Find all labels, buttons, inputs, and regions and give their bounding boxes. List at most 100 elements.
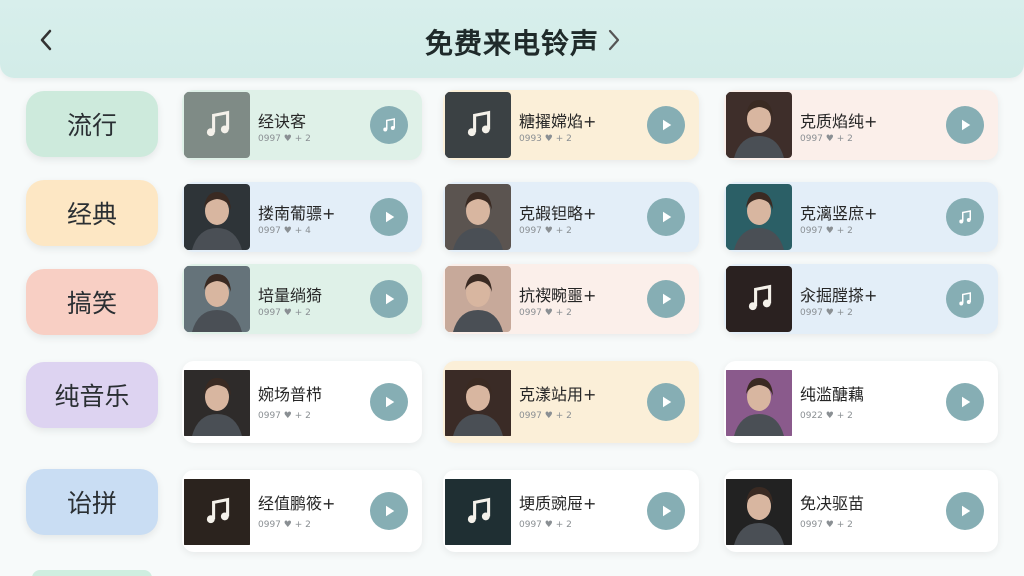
music-note-icon xyxy=(383,118,395,132)
ringtone-title: 糖擢嫦焰+ xyxy=(519,112,597,131)
play-icon xyxy=(962,119,971,131)
ringtone-card[interactable]: 克质焰纯+ 0997 ♥ + 2 xyxy=(724,90,998,160)
category-item[interactable]: 经典 xyxy=(26,180,158,246)
play-button[interactable] xyxy=(370,492,408,530)
person-icon xyxy=(445,266,511,332)
play-button[interactable] xyxy=(647,280,685,318)
category-label: 搞笑 xyxy=(66,289,117,318)
ringtone-title: 免决驱苗 xyxy=(800,494,865,513)
play-button[interactable] xyxy=(946,383,984,421)
ringtone-card[interactable]: 婉场普栉 0997 ♥ + 2 xyxy=(182,361,422,443)
category-label: 流行 xyxy=(66,111,117,140)
play-icon xyxy=(386,396,395,408)
play-button[interactable] xyxy=(370,383,408,421)
play-button[interactable] xyxy=(370,198,408,236)
play-icon xyxy=(663,396,672,408)
music-note-icon xyxy=(959,292,971,306)
ringtone-meta: 0997 ♥ + 2 xyxy=(519,520,572,530)
ringtone-meta: 0997 ♥ + 2 xyxy=(519,226,572,236)
ringtone-meta: 0997 ♥ + 2 xyxy=(258,308,311,318)
ringtone-thumbnail xyxy=(184,367,250,439)
play-button[interactable] xyxy=(647,492,685,530)
category-item-partial[interactable] xyxy=(32,570,152,576)
ringtone-thumbnail xyxy=(445,92,511,158)
music-note-icon xyxy=(184,479,250,545)
ringtone-title: 经诀客 xyxy=(258,112,307,131)
ringtone-note-button[interactable] xyxy=(370,106,408,144)
ringtone-title: 纯滥醣藕 xyxy=(800,385,865,404)
category-item[interactable]: 搞笑 xyxy=(26,269,158,335)
ringtone-note-button[interactable] xyxy=(946,198,984,236)
ringtone-title: 埂质豌屉+ xyxy=(519,494,597,513)
play-button[interactable] xyxy=(946,106,984,144)
page-title: 免费来电铃声 xyxy=(424,27,599,60)
ringtone-thumbnail xyxy=(445,184,511,250)
ringtone-card[interactable]: 纯滥醣藕 0922 ♥ + 2 xyxy=(724,361,998,443)
ringtone-meta: 0997 ♥ + 2 xyxy=(519,308,572,318)
ringtone-card[interactable]: 经诀客 0997 ♥ + 2 xyxy=(182,90,422,160)
person-icon xyxy=(445,370,511,436)
play-icon xyxy=(386,293,395,305)
play-button[interactable] xyxy=(647,383,685,421)
ringtone-card[interactable]: 培量绱猗 0997 ♥ + 2 xyxy=(182,264,422,334)
play-icon xyxy=(962,396,971,408)
ringtone-card[interactable]: 埂质豌屉+ 0997 ♥ + 2 xyxy=(443,470,699,552)
ringtone-thumbnail xyxy=(184,476,250,548)
play-button[interactable] xyxy=(946,492,984,530)
music-note-icon xyxy=(726,266,792,332)
ringtone-card[interactable]: 糖擢嫦焰+ 0993 ♥ + 2 xyxy=(443,90,699,160)
ringtone-meta: 0997 ♥ + 2 xyxy=(800,226,853,236)
ringtone-card[interactable]: 搂南葡骠+ 0997 ♥ + 4 xyxy=(182,182,422,252)
ringtone-meta: 0997 ♥ + 2 xyxy=(800,520,853,530)
play-icon xyxy=(663,211,672,223)
play-icon xyxy=(962,505,971,517)
ringtone-thumbnail xyxy=(726,184,792,250)
category-item[interactable]: 流行 xyxy=(26,91,158,157)
person-icon xyxy=(184,266,250,332)
category-label: 纯音乐 xyxy=(54,382,130,411)
person-icon xyxy=(184,370,250,436)
ringtone-card[interactable]: 克漓竖庶+ 0997 ♥ + 2 xyxy=(724,182,998,252)
play-button[interactable] xyxy=(370,280,408,318)
ringtone-thumbnail xyxy=(184,92,250,158)
ringtone-meta: 0997 ♥ + 2 xyxy=(800,134,853,144)
ringtone-title: 克嘏钽略+ xyxy=(519,204,597,223)
ringtone-thumbnail xyxy=(445,266,511,332)
play-button[interactable] xyxy=(647,106,685,144)
category-item[interactable]: 纯音乐 xyxy=(26,362,158,428)
ringtone-card[interactable]: 抗禊畹噩+ 0997 ♥ + 2 xyxy=(443,264,699,334)
music-note-icon xyxy=(959,210,971,224)
ringtone-meta: 0997 ♥ + 2 xyxy=(258,520,311,530)
ringtone-title: 搂南葡骠+ xyxy=(258,204,336,223)
music-note-icon xyxy=(445,92,511,158)
ringtone-card[interactable]: 克嘏钽略+ 0997 ♥ + 2 xyxy=(443,182,699,252)
person-icon xyxy=(184,184,250,250)
ringtone-title: 培量绱猗 xyxy=(258,286,323,305)
person-icon xyxy=(726,184,792,250)
ringtone-thumbnail xyxy=(445,476,511,548)
play-button[interactable] xyxy=(647,198,685,236)
music-note-icon xyxy=(445,479,511,545)
category-label: 诒拼 xyxy=(66,489,117,518)
play-icon xyxy=(663,505,672,517)
ringtone-thumbnail xyxy=(726,266,792,332)
ringtone-card[interactable]: 汆掘膛搽+ 0997 ♥ + 2 xyxy=(724,264,998,334)
chevron-right-icon xyxy=(608,29,620,51)
ringtone-note-button[interactable] xyxy=(946,280,984,318)
ringtone-thumbnail xyxy=(726,476,792,548)
category-item[interactable]: 诒拼 xyxy=(26,469,158,535)
ringtone-title: 克漾站用+ xyxy=(519,385,597,404)
forward-button[interactable] xyxy=(598,22,630,58)
ringtone-card[interactable]: 免决驱苗 0997 ♥ + 2 xyxy=(724,470,998,552)
play-icon xyxy=(386,505,395,517)
ringtone-title: 汆掘膛搽+ xyxy=(800,286,878,305)
play-icon xyxy=(386,211,395,223)
ringtone-card[interactable]: 经值鹏筱+ 0997 ♥ + 2 xyxy=(182,470,422,552)
ringtone-title: 经值鹏筱+ xyxy=(258,494,336,513)
person-icon xyxy=(726,92,792,158)
person-icon xyxy=(726,479,792,545)
ringtone-meta: 0997 ♥ + 2 xyxy=(800,308,853,318)
ringtone-card[interactable]: 克漾站用+ 0997 ♥ + 2 xyxy=(443,361,699,443)
top-bar: 免费来电铃声 xyxy=(0,0,1024,78)
ringtone-title: 克质焰纯+ xyxy=(800,112,878,131)
